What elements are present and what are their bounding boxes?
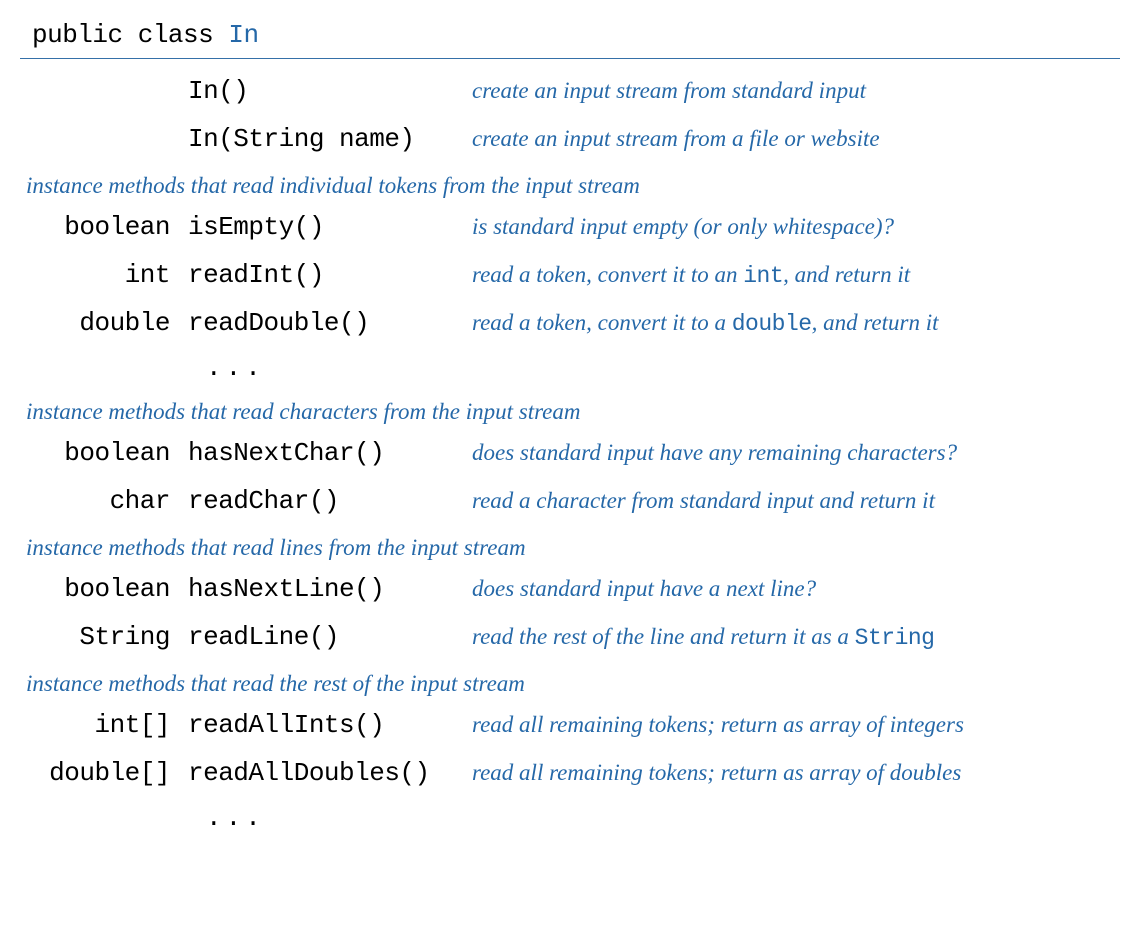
method-signature: readLine() xyxy=(188,622,472,652)
return-type: boolean xyxy=(20,438,188,468)
return-type: double xyxy=(20,308,188,338)
class-header: public class In xyxy=(20,20,1120,59)
method-signature: readInt() xyxy=(188,260,472,290)
constructor-row: In() create an input stream from standar… xyxy=(20,67,1120,115)
section-heading: instance methods that read lines from th… xyxy=(20,525,1120,565)
return-type: int xyxy=(20,260,188,290)
method-description: read a token, convert it to an int, and … xyxy=(472,262,1120,289)
method-signature: readAllInts() xyxy=(188,710,472,740)
ellipsis: ... xyxy=(20,797,1120,839)
class-name: In xyxy=(228,20,258,50)
constructors-block: In() create an input stream from standar… xyxy=(20,59,1120,163)
method-signature: hasNextChar() xyxy=(188,438,472,468)
method-description: is standard input empty (or only whitesp… xyxy=(472,214,1120,241)
section-heading: instance methods that read characters fr… xyxy=(20,389,1120,429)
method-description: create an input stream from standard inp… xyxy=(472,78,1120,104)
method-signature: readDouble() xyxy=(188,308,472,338)
class-prefix: public class xyxy=(32,20,228,50)
section-heading: instance methods that read individual to… xyxy=(20,163,1120,203)
constructor-row: In(String name) create an input stream f… xyxy=(20,115,1120,163)
method-signature: readChar() xyxy=(188,486,472,516)
return-type: boolean xyxy=(20,212,188,242)
method-row: int[] readAllInts() read all remaining t… xyxy=(20,701,1120,749)
class-declaration: public class In xyxy=(32,20,259,50)
method-signature: In() xyxy=(188,76,472,106)
return-type: boolean xyxy=(20,574,188,604)
method-row: boolean isEmpty() is standard input empt… xyxy=(20,203,1120,251)
method-description: read a character from standard input and… xyxy=(472,488,1120,515)
method-signature: isEmpty() xyxy=(188,212,472,242)
method-signature: In(String name) xyxy=(188,124,472,154)
method-description: read all remaining tokens; return as arr… xyxy=(472,712,1120,739)
api-table: public class In In() create an input str… xyxy=(20,20,1120,839)
method-signature: hasNextLine() xyxy=(188,574,472,604)
method-description: does standard input have a next line? xyxy=(472,576,1120,603)
method-row: char readChar() read a character from st… xyxy=(20,477,1120,525)
method-row: boolean hasNextLine() does standard inpu… xyxy=(20,565,1120,613)
return-type: int[] xyxy=(20,710,188,740)
method-description: does standard input have any remaining c… xyxy=(472,440,1120,467)
method-row: int readInt() read a token, convert it t… xyxy=(20,251,1120,299)
method-description: read all remaining tokens; return as arr… xyxy=(472,760,1120,787)
method-row: String readLine() read the rest of the l… xyxy=(20,613,1120,661)
method-description: read the rest of the line and return it … xyxy=(472,624,1120,651)
method-row: double readDouble() read a token, conver… xyxy=(20,299,1120,347)
ellipsis: ... xyxy=(20,347,1120,389)
return-type: char xyxy=(20,486,188,516)
method-description: create an input stream from a file or we… xyxy=(472,126,1120,152)
return-type: double[] xyxy=(20,758,188,788)
method-description: read a token, convert it to a double, an… xyxy=(472,310,1120,337)
method-row: boolean hasNextChar() does standard inpu… xyxy=(20,429,1120,477)
method-row: double[] readAllDoubles() read all remai… xyxy=(20,749,1120,797)
section-heading: instance methods that read the rest of t… xyxy=(20,661,1120,701)
return-type: String xyxy=(20,622,188,652)
method-signature: readAllDoubles() xyxy=(188,758,472,788)
